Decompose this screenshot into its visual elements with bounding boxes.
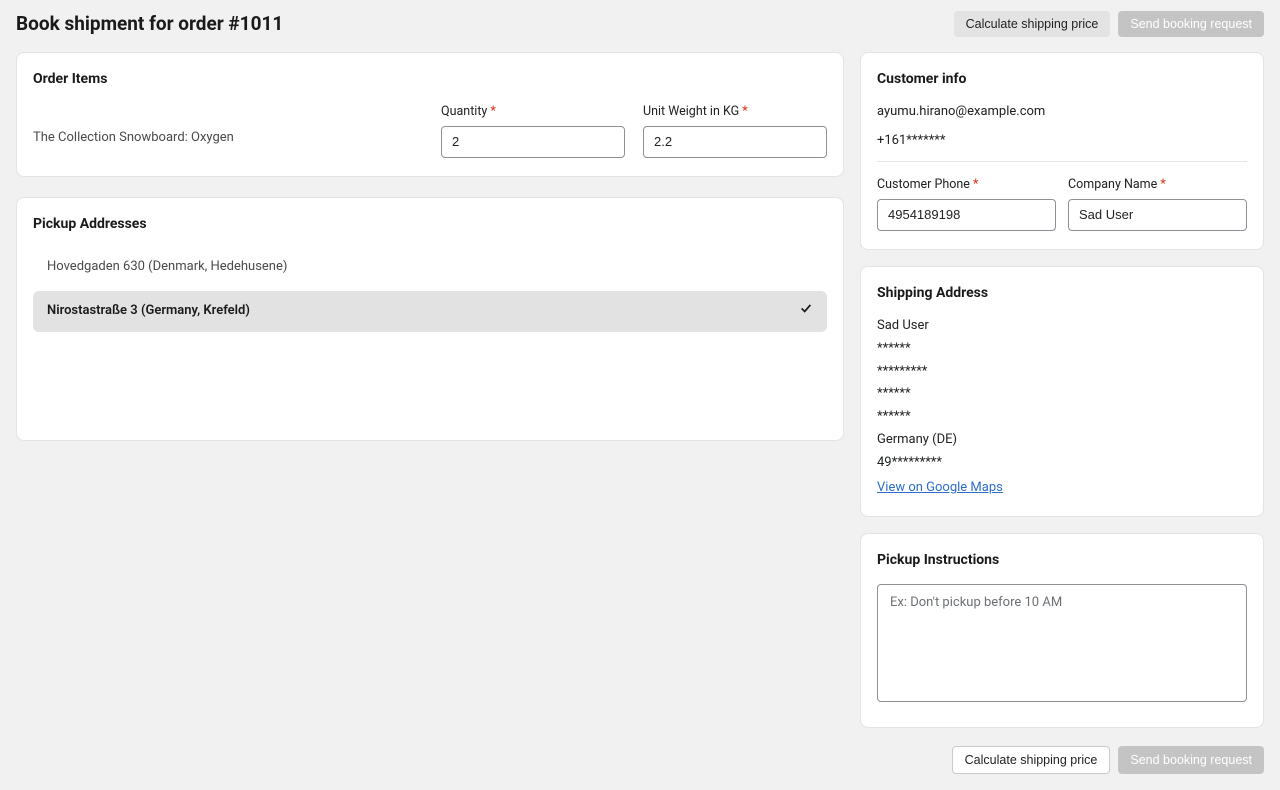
quantity-input[interactable] [441, 126, 625, 158]
pickup-address-option[interactable] [33, 336, 827, 375]
shipping-line: Germany (DE) [877, 431, 1247, 450]
shipping-line: ****** [877, 408, 1247, 427]
company-name-label: Company Name * [1068, 176, 1247, 194]
customer-phone-masked: +161******* [877, 132, 1247, 151]
send-booking-button: Send booking request [1118, 11, 1264, 37]
customer-info-title: Customer info [877, 69, 1247, 89]
shipping-line: ****** [877, 340, 1247, 359]
shipping-line: Sad User [877, 317, 1247, 336]
pickup-instructions-card: Pickup Instructions [860, 533, 1264, 728]
send-booking-button-footer: Send booking request [1118, 746, 1264, 774]
pickup-address-option[interactable]: Hovedgaden 630 (Denmark, Hedehusene) [33, 248, 827, 287]
pickup-instructions-title: Pickup Instructions [877, 550, 1247, 570]
shipping-line: ********* [877, 363, 1247, 382]
page-title: Book shipment for order #1011 [16, 10, 283, 38]
quantity-label: Quantity * [441, 103, 625, 121]
pickup-addresses-card: Pickup Addresses Hovedgaden 630 (Denmark… [16, 197, 844, 441]
weight-label: Unit Weight in KG * [643, 103, 827, 121]
customer-phone-label: Customer Phone * [877, 176, 1056, 194]
check-icon [799, 301, 813, 322]
customer-phone-input[interactable] [877, 199, 1056, 231]
pickup-address-option[interactable] [33, 379, 827, 418]
customer-email: ayumu.hirano@example.com [877, 103, 1247, 122]
shipping-address-title: Shipping Address [877, 283, 1247, 303]
order-items-title: Order Items [33, 69, 827, 89]
order-items-card: Order Items The Collection Snowboard: Ox… [16, 52, 844, 177]
shipping-line: ****** [877, 385, 1247, 404]
customer-info-card: Customer info ayumu.hirano@example.com +… [860, 52, 1264, 250]
calculate-price-button-footer[interactable]: Calculate shipping price [952, 746, 1111, 774]
shipping-address-card: Shipping Address Sad User ****** *******… [860, 266, 1264, 517]
shipping-line: 49********* [877, 454, 1247, 473]
order-item-name: The Collection Snowboard: Oxygen [33, 129, 423, 158]
weight-input[interactable] [643, 126, 827, 158]
pickup-instructions-input[interactable] [877, 584, 1247, 702]
pickup-addresses-title: Pickup Addresses [33, 214, 827, 234]
calculate-price-button[interactable]: Calculate shipping price [954, 11, 1111, 37]
view-on-maps-link[interactable]: View on Google Maps [877, 480, 1003, 495]
company-name-input[interactable] [1068, 199, 1247, 231]
pickup-address-option[interactable]: Nirostastraße 3 (Germany, Krefeld) [33, 291, 827, 332]
